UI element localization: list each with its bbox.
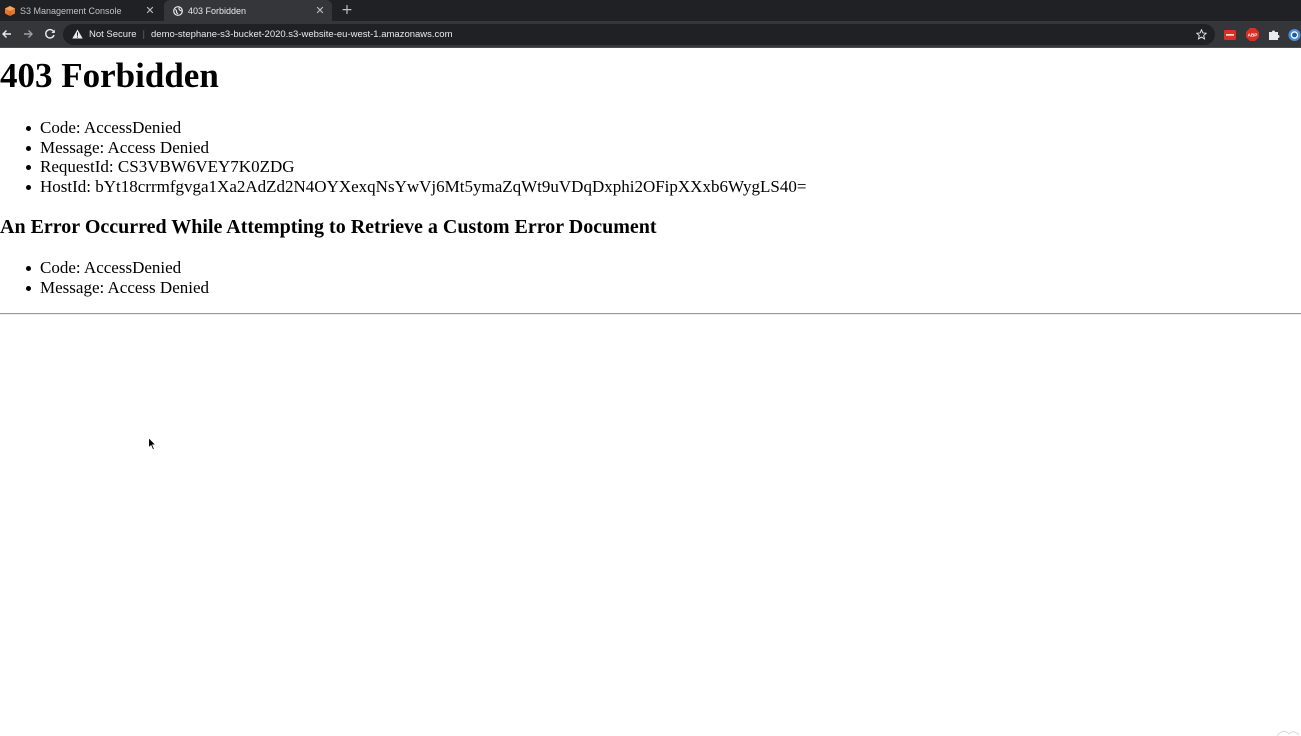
page-title: 403 Forbidden	[0, 56, 219, 95]
reload-button[interactable]	[43, 27, 57, 41]
omnibox-separator: |	[142, 29, 145, 40]
tab-s3-management-console[interactable]: S3 Management Console ✕	[0, 0, 162, 21]
puzzle-icon[interactable]	[1268, 28, 1280, 41]
list-item: Code: AccessDenied	[0, 118, 806, 138]
tab-title: 403 Forbidden	[188, 5, 247, 16]
globe-icon	[172, 5, 183, 16]
list-item: Message: Access Denied	[0, 138, 806, 158]
aws-cube-icon	[4, 5, 15, 16]
address-bar[interactable]: Not Secure | demo-stephane-s3-bucket-202…	[63, 24, 1215, 45]
back-arrow-icon	[2, 30, 11, 38]
tab-403-forbidden[interactable]: 403 Forbidden ✕	[164, 0, 332, 21]
tab-title: S3 Management Console	[20, 5, 122, 16]
new-tab-button[interactable]: +	[340, 2, 354, 18]
tab-strip: S3 Management Console ✕ 403 Forbidden ✕ …	[0, 0, 1301, 21]
profile-icon[interactable]	[1288, 28, 1301, 41]
mouse-cursor-icon	[148, 437, 158, 451]
back-button[interactable]	[0, 27, 14, 41]
extension-icon[interactable]	[1224, 28, 1236, 41]
url-text[interactable]: demo-stephane-s3-bucket-2020.s3-website-…	[151, 29, 453, 40]
forward-button[interactable]	[21, 27, 35, 41]
star-icon[interactable]	[1195, 28, 1207, 40]
list-item: Code: AccessDenied	[0, 258, 209, 278]
svg-text:ABP: ABP	[1247, 33, 1257, 38]
forward-arrow-icon	[24, 30, 33, 38]
warning-icon[interactable]	[72, 29, 83, 40]
section-heading: An Error Occurred While Attempting to Re…	[0, 216, 657, 238]
close-icon[interactable]: ✕	[144, 5, 156, 17]
list-item: HostId: bYt18crrmfgvga1Xa2AdZd2N4OYXexqN…	[0, 177, 806, 197]
list-item: RequestId: CS3VBW6VEY7K0ZDG	[0, 157, 806, 177]
adblock-icon[interactable]: ABP	[1245, 28, 1259, 41]
custom-error-details-list: Code: AccessDenied Message: Access Denie…	[0, 258, 209, 297]
close-icon[interactable]: ✕	[314, 5, 326, 17]
browser-toolbar: Not Secure | demo-stephane-s3-bucket-202…	[0, 21, 1301, 48]
error-page: 403 Forbidden Code: AccessDenied Message…	[0, 48, 1301, 736]
corner-watermark-icon	[1276, 730, 1300, 736]
reload-icon	[45, 28, 55, 39]
horizontal-rule	[0, 313, 1301, 315]
error-details-list: Code: AccessDenied Message: Access Denie…	[0, 118, 806, 197]
list-item: Message: Access Denied	[0, 278, 209, 298]
security-label: Not Secure	[89, 29, 137, 40]
